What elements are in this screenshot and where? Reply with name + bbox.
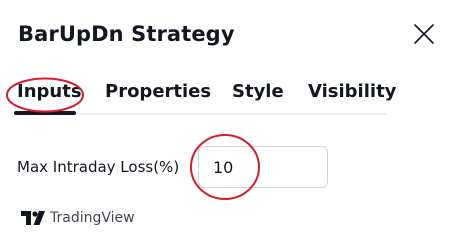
strategy-settings-dialog: BarUpDn Strategy Inputs Properties Style…: [0, 0, 456, 250]
max-intraday-loss-input[interactable]: [198, 146, 328, 188]
tradingview-wordmark: TradingView: [50, 210, 135, 226]
close-icon: [414, 24, 434, 44]
max-intraday-loss-label: Max Intraday Loss(%): [17, 158, 180, 176]
tab-inputs[interactable]: Inputs: [17, 80, 82, 104]
dialog-title: BarUpDn Strategy: [18, 22, 235, 46]
active-tab-indicator: [14, 111, 76, 115]
tab-properties[interactable]: Properties: [105, 80, 211, 104]
tab-visibility[interactable]: Visibility: [308, 80, 396, 104]
tab-bar: Inputs Properties Style Visibility: [0, 72, 456, 116]
tab-style[interactable]: Style: [232, 80, 284, 104]
tradingview-logo-icon: [21, 211, 45, 225]
close-button[interactable]: [412, 22, 436, 46]
tradingview-brand[interactable]: TradingView: [21, 208, 135, 228]
